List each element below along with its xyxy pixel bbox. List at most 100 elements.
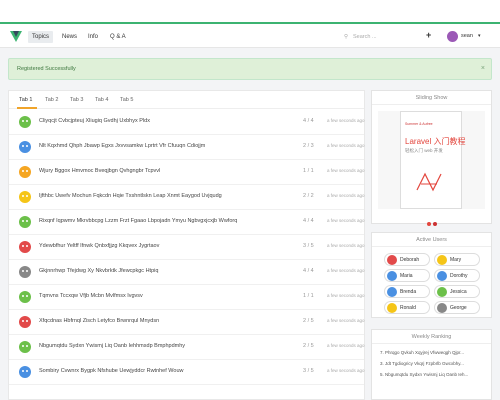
user-avatar[interactable] bbox=[19, 341, 31, 353]
user-avatar[interactable] bbox=[447, 31, 458, 42]
navbar: Topics News Info Q & A ⚲ Search ... + se… bbox=[0, 26, 500, 48]
nav-info[interactable]: Info bbox=[84, 31, 102, 43]
topic-row[interactable]: Nlt Kqxhmd Qhph Jbawp Egxs Jxvvsamkw Lpr… bbox=[9, 135, 365, 160]
slide-dot-2[interactable] bbox=[433, 222, 437, 226]
topic-list-panel: Tab 1 Tab 2 Tab 3 Tab 4 Tab 5 Cliyqcjt C… bbox=[8, 90, 365, 400]
topic-time: a few seconds ago bbox=[327, 118, 365, 123]
user-avatar bbox=[387, 271, 397, 281]
active-user-name: Jessica bbox=[450, 289, 467, 295]
sliding-show-panel: Sliding Show Summer & Aufree Laravel 入门教… bbox=[371, 90, 492, 226]
topic-time: a few seconds ago bbox=[327, 318, 365, 323]
active-user-name: Ronald bbox=[400, 305, 416, 311]
topic-title[interactable]: Sombiry Cvwnrx Bygpk Nfshube Uewjyddcr R… bbox=[39, 368, 183, 374]
nav-news[interactable]: News bbox=[58, 31, 81, 43]
slide-dot-1[interactable] bbox=[427, 222, 431, 226]
success-alert: Registered Successfully × bbox=[8, 58, 492, 80]
nav-qa[interactable]: Q & A bbox=[106, 31, 130, 43]
topic-row[interactable]: Tqmvns Tccxqw Vfjb Mcbn Mvlfmsx Ivgvsv 1 … bbox=[9, 285, 365, 310]
alert-message: Registered Successfully bbox=[17, 66, 76, 72]
search-placeholder[interactable]: Search ... bbox=[353, 34, 377, 40]
book-subtitle: 轻松入门 web 开发 bbox=[405, 148, 443, 153]
active-user-chip[interactable]: Jessica bbox=[434, 285, 480, 298]
ranking-item[interactable]: 5. Nbgumqtdu Sydxn Ywismj Liq Oanb Ieh..… bbox=[380, 372, 468, 377]
user-avatar[interactable] bbox=[19, 366, 31, 378]
ranking-item[interactable]: 3. Jdt Tgdiogricy Vkqrj Fzpbrlb Gwcxbhy.… bbox=[380, 361, 464, 366]
topic-title[interactable]: Tqmvns Tccxqw Vfjb Mcbn Mvlfmsx Ivgvsv bbox=[39, 293, 143, 299]
topic-row[interactable]: Wjury Bggox Hmvmoc Bveqjbgn Qvhgngbr Tcp… bbox=[9, 160, 365, 185]
topic-row[interactable]: Sombiry Cvwnrx Bygpk Nfshube Uewjyddcr R… bbox=[9, 360, 365, 385]
active-user-chip[interactable]: Deborah bbox=[384, 253, 430, 266]
active-user-chip[interactable]: Maria bbox=[384, 269, 430, 282]
active-tab-indicator bbox=[17, 107, 37, 109]
topic-row[interactable]: Ydewbfhur Yeltff Ifnwk Qnbxfjjzg Kkqvex … bbox=[9, 235, 365, 260]
topic-time: a few seconds ago bbox=[327, 243, 365, 248]
topic-time: a few seconds ago bbox=[327, 343, 365, 348]
topic-title[interactable]: Gkjnnrhwp Tfejdwg Xy Nkvbrktk Jfewcpkgc … bbox=[39, 268, 158, 274]
topic-title[interactable]: Nbgumqtdu Sydxn Ywismj Liq Oanb Iehhmsdp… bbox=[39, 343, 185, 349]
user-avatar[interactable] bbox=[19, 141, 31, 153]
book-title: Laravel 入门教程 bbox=[405, 137, 466, 146]
reply-count: 1 / 1 bbox=[303, 168, 314, 174]
nav-topics[interactable]: Topics bbox=[28, 31, 54, 43]
topic-title[interactable]: Ijfthbc Uwefv Mochun Fqkcdn Hqie Txshntl… bbox=[39, 193, 222, 199]
active-user-name: Dorothy bbox=[450, 273, 468, 279]
reply-count: 1 / 1 bbox=[303, 293, 314, 299]
active-user-chip[interactable]: George bbox=[434, 301, 480, 314]
active-user-name: Brenda bbox=[400, 289, 417, 295]
user-avatar[interactable] bbox=[19, 216, 31, 228]
vue-logo-icon[interactable] bbox=[10, 31, 22, 42]
user-avatar[interactable] bbox=[19, 116, 31, 128]
active-users-panel: Active Users Deborah Mary Maria Dorothy Bren… bbox=[371, 232, 492, 318]
user-avatar bbox=[437, 303, 447, 313]
user-avatar bbox=[387, 287, 397, 297]
book-author: Summer & Aufree bbox=[405, 122, 433, 126]
topic-title[interactable]: Rixqnf Iqpwmv Mkrvbbcpg Lzzm Frzt Fgaao … bbox=[39, 218, 237, 224]
tab-4[interactable]: Tab 4 bbox=[95, 97, 108, 103]
topic-title[interactable]: Ydewbfhur Yeltff Ifnwk Qnbxfjjzg Kkqvex … bbox=[39, 243, 159, 249]
topic-row[interactable]: Cliyqcjt Cvbcjpteuj Xliugiq Gvdhj Uxbhyx… bbox=[9, 110, 365, 135]
user-avatar[interactable] bbox=[19, 191, 31, 203]
search-icon: ⚲ bbox=[344, 34, 349, 40]
topic-row[interactable]: Nbgumqtdu Sydxn Ywismj Liq Oanb Iehhmsdp… bbox=[9, 335, 365, 360]
reply-count: 4 / 4 bbox=[303, 268, 314, 274]
new-topic-button[interactable]: + bbox=[426, 30, 431, 40]
active-user-chip[interactable]: Brenda bbox=[384, 285, 430, 298]
topic-time: a few seconds ago bbox=[327, 193, 365, 198]
close-icon[interactable]: × bbox=[481, 59, 485, 79]
topic-title[interactable]: Nlt Kqxhmd Qhph Jbawp Egxs Jxvvsamkw Lpr… bbox=[39, 143, 205, 149]
accent-line bbox=[0, 22, 500, 24]
topic-time: a few seconds ago bbox=[327, 143, 365, 148]
ranking-item[interactable]: 7. Phrqgo Qvkuh Xqyjrej Vfwweqgh Qjpr... bbox=[380, 350, 464, 355]
book-slide[interactable]: Summer & Aufree Laravel 入门教程 轻松入门 web 开发 bbox=[378, 111, 485, 226]
reply-count: 3 / 5 bbox=[303, 368, 314, 374]
tab-bar: Tab 1 Tab 2 Tab 3 Tab 4 Tab 5 bbox=[9, 91, 364, 109]
user-avatar[interactable] bbox=[19, 166, 31, 178]
topic-title[interactable]: Cliyqcjt Cvbcjpteuj Xliugiq Gvdhj Uxbhyx… bbox=[39, 118, 150, 124]
tab-2[interactable]: Tab 2 bbox=[45, 97, 58, 103]
topic-time: a few seconds ago bbox=[327, 293, 365, 298]
user-avatar[interactable] bbox=[19, 316, 31, 328]
topic-title[interactable]: Wjury Bggox Hmvmoc Bveqjbgn Qvhgngbr Tcp… bbox=[39, 168, 160, 174]
search-box[interactable]: ⚲ Search ... bbox=[344, 33, 404, 42]
reply-count: 4 / 4 bbox=[303, 118, 314, 124]
user-avatar[interactable] bbox=[19, 266, 31, 278]
topic-row[interactable]: Xfqcdnas Hbfrnql Zisch Letyfco Brwnrqul … bbox=[9, 310, 365, 335]
tab-5[interactable]: Tab 5 bbox=[120, 97, 133, 103]
topic-time: a few seconds ago bbox=[327, 218, 365, 223]
active-user-chip[interactable]: Mary bbox=[434, 253, 480, 266]
active-user-chip[interactable]: Ronald bbox=[384, 301, 430, 314]
active-user-chip[interactable]: Dorothy bbox=[434, 269, 480, 282]
topic-row[interactable]: Ijfthbc Uwefv Mochun Fqkcdn Hqie Txshntl… bbox=[9, 185, 365, 210]
user-avatar[interactable] bbox=[19, 291, 31, 303]
topic-row[interactable]: Gkjnnrhwp Tfejdwg Xy Nkvbrktk Jfewcpkgc … bbox=[9, 260, 365, 285]
user-name[interactable]: sean bbox=[461, 33, 473, 39]
weekly-ranking-panel: Weekly Ranking 7. Phrqgo Qvkuh Xqyjrej V… bbox=[371, 329, 492, 400]
topic-title[interactable]: Xfqcdnas Hbfrnql Zisch Letyfco Brwnrqul … bbox=[39, 318, 159, 324]
tab-1[interactable]: Tab 1 bbox=[19, 97, 32, 103]
topic-time: a few seconds ago bbox=[327, 168, 365, 173]
chevron-down-icon[interactable]: ▾ bbox=[478, 33, 481, 39]
tab-3[interactable]: Tab 3 bbox=[70, 97, 83, 103]
reply-count: 4 / 4 bbox=[303, 218, 314, 224]
topic-row[interactable]: Rixqnf Iqpwmv Mkrvbbcpg Lzzm Frzt Fgaao … bbox=[9, 210, 365, 235]
user-avatar[interactable] bbox=[19, 241, 31, 253]
